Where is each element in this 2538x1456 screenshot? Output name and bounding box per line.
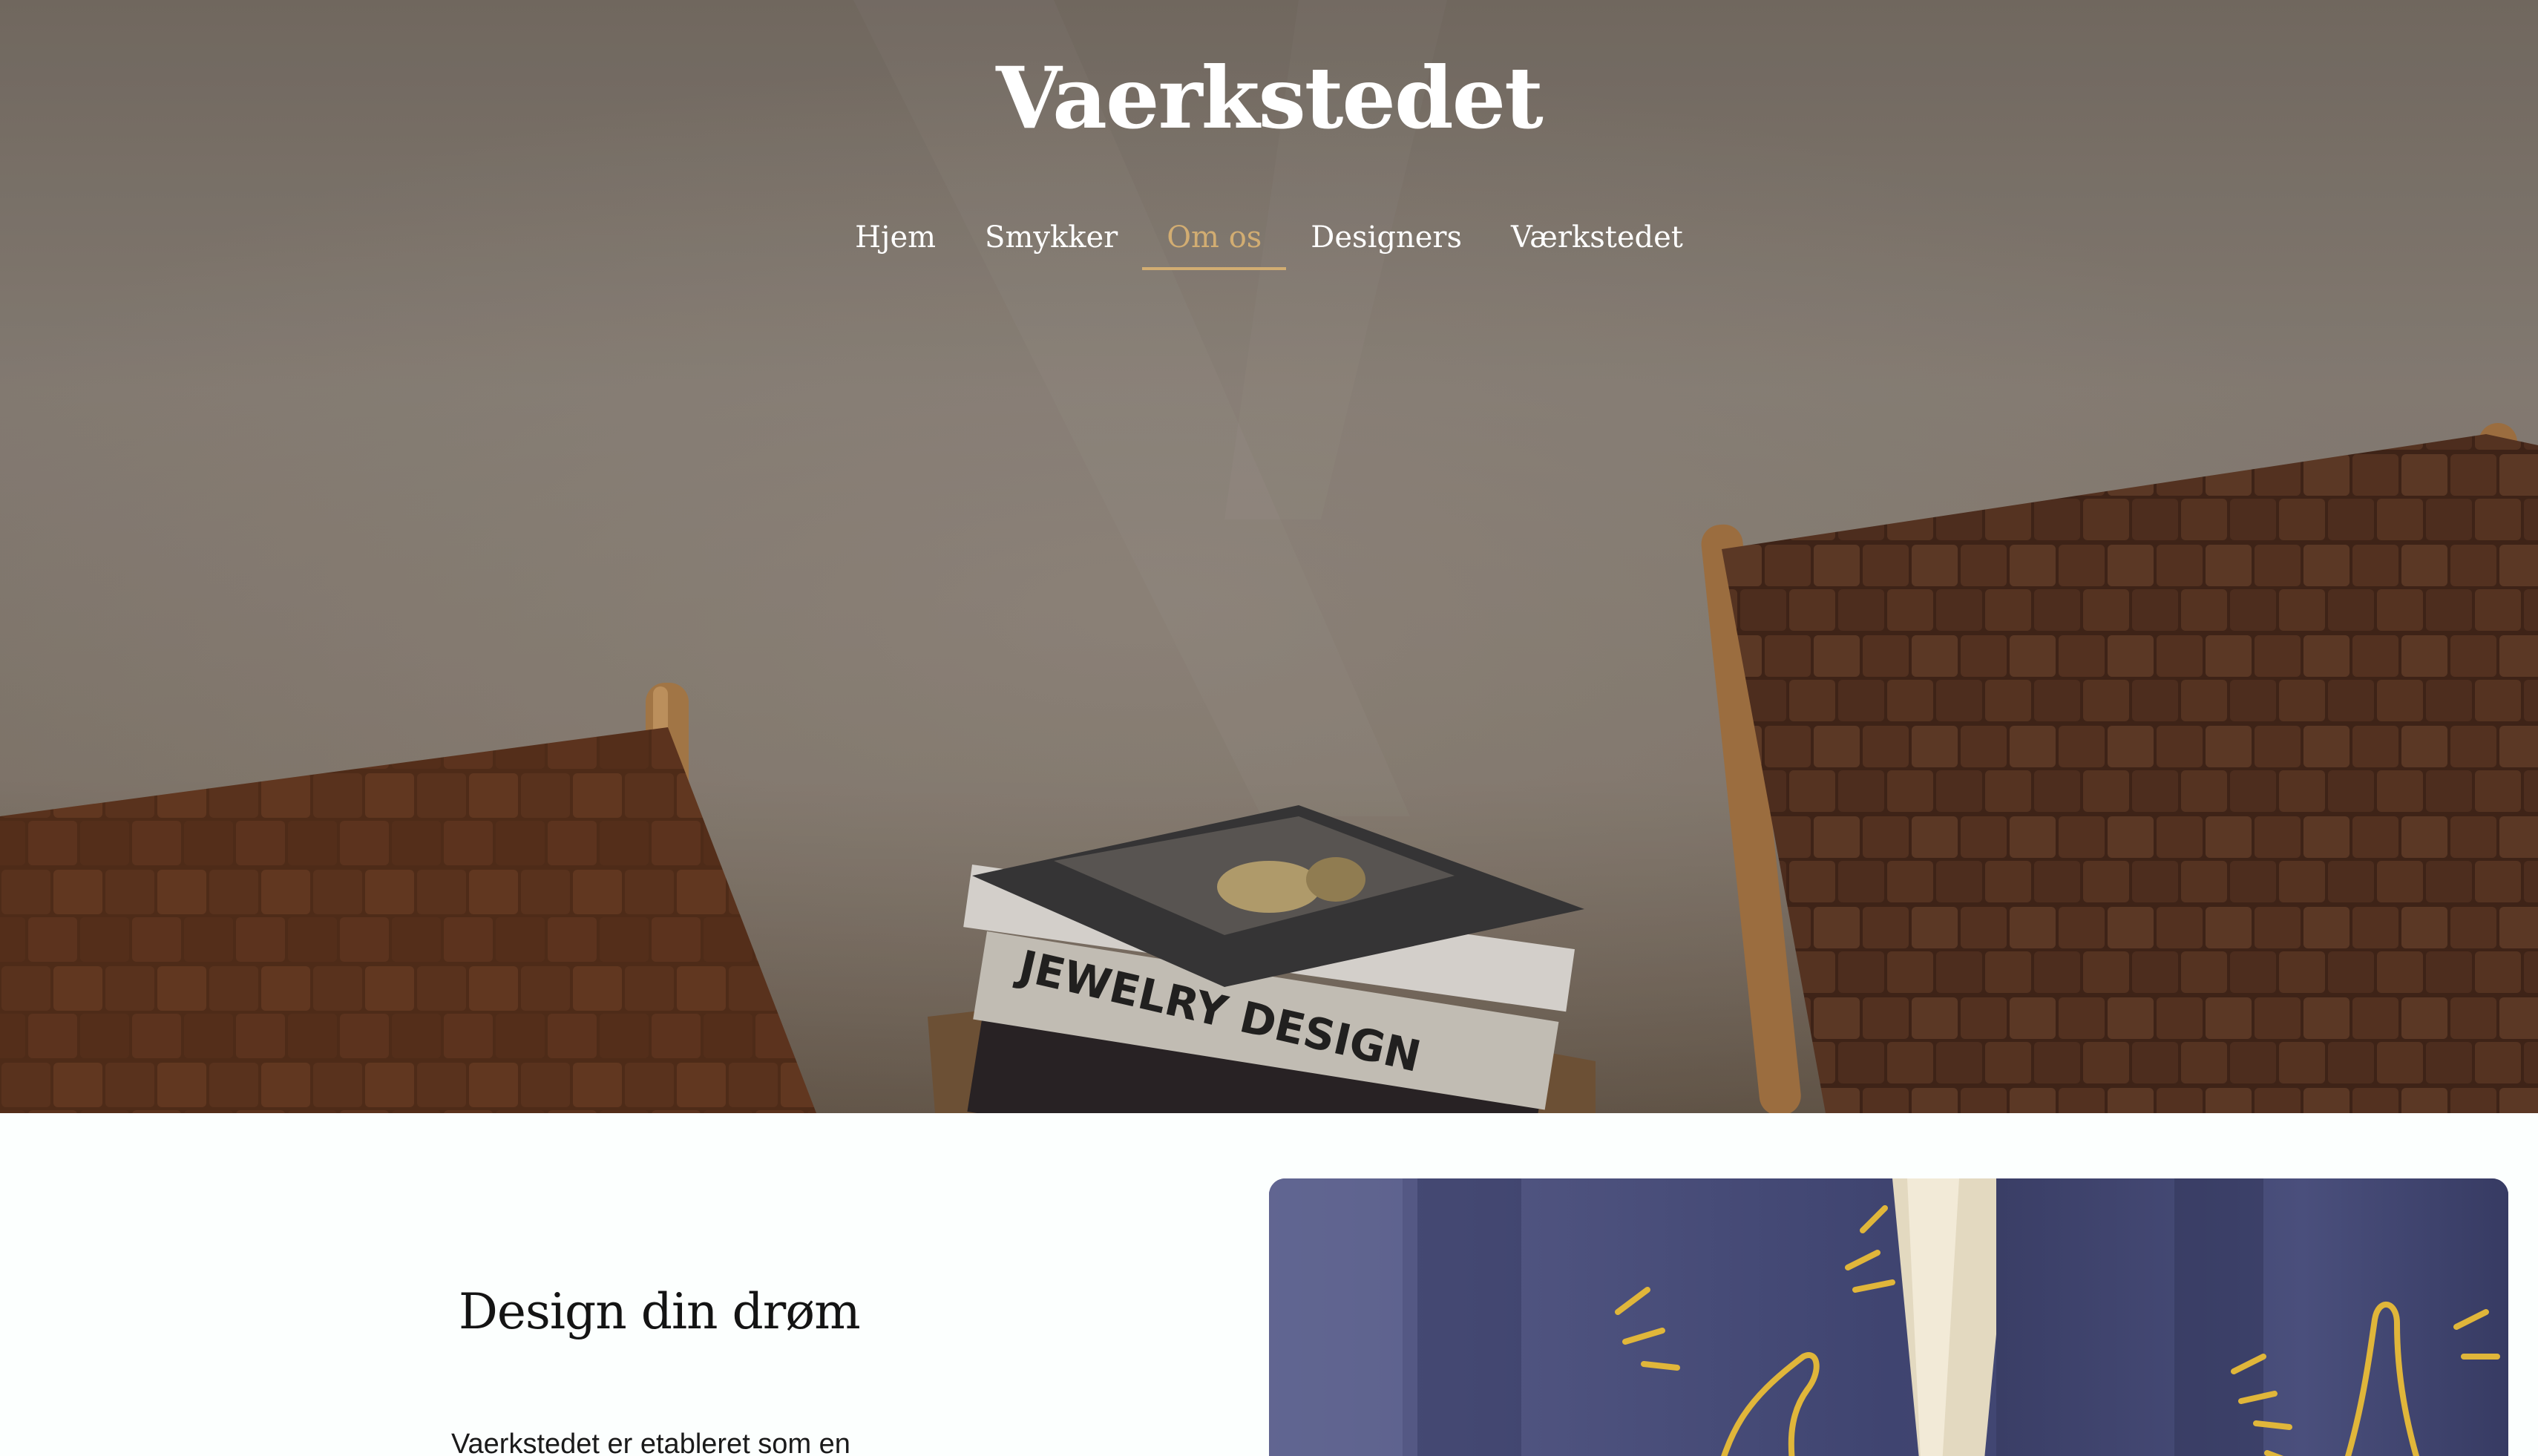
nav-vaerkstedet[interactable]: Værkstedet [1486,209,1708,270]
site-title[interactable]: Vaerkstedet [0,46,2538,150]
section-heading: Design din drøm [459,1283,861,1340]
fabric-bags-image [1269,1178,2508,1456]
nav-designers[interactable]: Designers [1286,209,1486,270]
hero-banner: JEWELRY DESIGN Vaerkstedet Hjem Smykker … [0,0,2538,1113]
nav-hjem[interactable]: Hjem [830,209,960,270]
nav-om-os[interactable]: Om os [1142,209,1287,270]
main-nav: Hjem Smykker Om os Designers Værkstedet [0,209,2538,270]
hero-photo: JEWELRY DESIGN [0,0,2538,1113]
content-section: Design din drøm Vaerkstedet er etableret… [0,1113,2538,1456]
section-text: Vaerkstedet er etableret som en [451,1429,850,1456]
nav-smykker[interactable]: Smykker [960,209,1142,270]
page: JEWELRY DESIGN Vaerkstedet Hjem Smykker … [0,0,2538,1456]
feature-image [1269,1178,2508,1456]
